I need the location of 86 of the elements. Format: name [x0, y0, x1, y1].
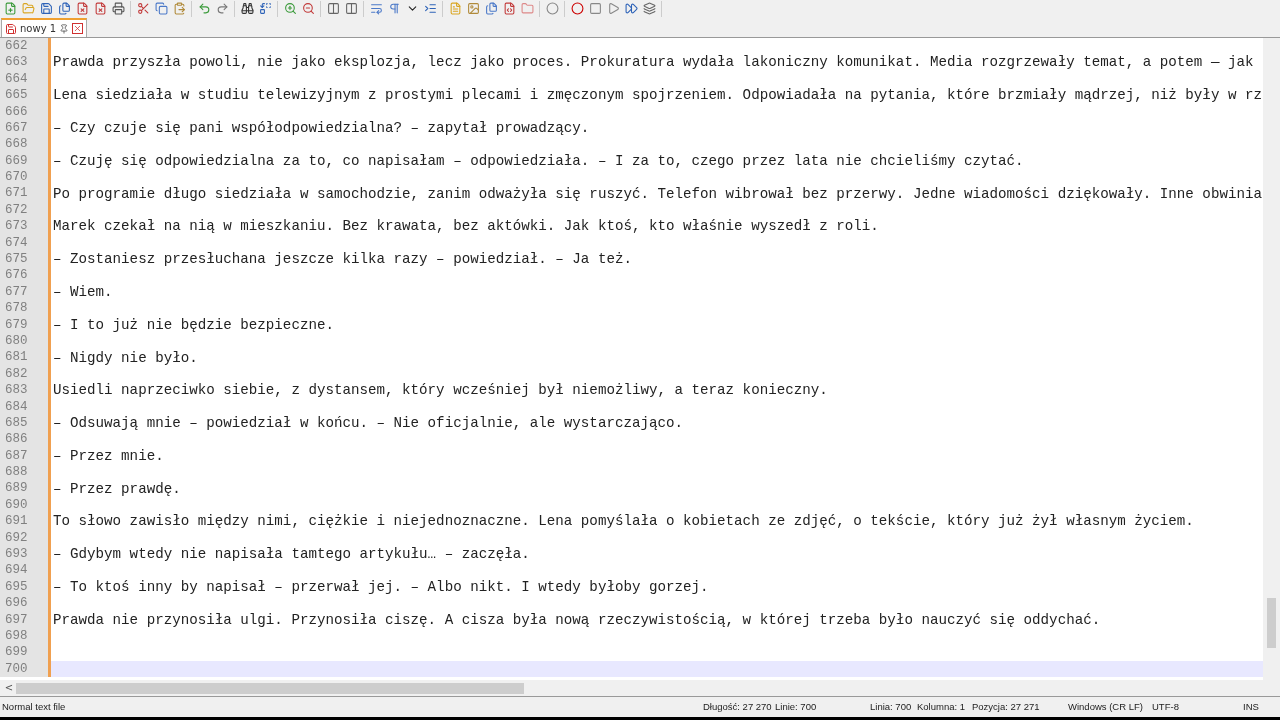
line-number: 666	[5, 105, 28, 118]
text-line: – Nigdy nie było.	[53, 350, 198, 365]
text-line: – Odsuwają mnie – powiedział w końcu. – Nie oficjalnie, ale wystarczająco.	[53, 416, 684, 431]
line-number: 685	[5, 416, 28, 430]
text-line: To słowo zawisło między nimi, ciężkie i niejednoznaczne. Lena pomyślała o kobietach ze zdjęć, o tekście, który już żył własnym życiem.	[53, 514, 1194, 529]
line-number: 700	[5, 662, 28, 676]
text-line: – Gdybym wtedy nie napisała tamtego artykułu… – zaczęła.	[53, 547, 530, 562]
line-number: 672	[5, 203, 28, 217]
line-number: 691	[5, 515, 28, 528]
line-number: 697	[5, 613, 28, 627]
pin-icon[interactable]	[59, 23, 70, 34]
line-number: 689	[5, 482, 28, 495]
column-label: Kolumna: 1	[917, 700, 966, 712]
line-number: 699	[5, 646, 28, 659]
file-tab[interactable]: nowy 1	[1, 18, 88, 37]
text-line: – Przez mnie.	[53, 448, 164, 464]
lines-label: Linie: 700	[775, 700, 817, 712]
image-icon[interactable]	[465, 0, 481, 17]
text-line: Usiedli naprzeciwko siebie, z dystansem, który wcześniej był niemożliwy, a teraz konieczny.	[53, 383, 828, 398]
line-number: 662	[5, 39, 28, 53]
line-number: 664	[5, 72, 28, 86]
text-line: – Czy czuje się pani współodpowiedzialna? – zapytał prowadzący.	[53, 121, 590, 136]
documents-icon[interactable]	[483, 0, 499, 17]
line-number: 683	[5, 384, 28, 397]
text-line: Po programie długo siedziała w samochodzie, zanim odważyła się ruszyć. Telefon wibrował bez przerwy. Jedne wiadomości dziękowały. Inne obwinia	[53, 186, 1262, 201]
printer-icon[interactable]	[110, 0, 126, 17]
zoom-in-icon[interactable]	[282, 0, 298, 17]
length-label: Długość: 27 270	[703, 700, 772, 712]
line-number: 677	[5, 285, 28, 299]
line-number: 667	[5, 121, 28, 135]
insert-mode-label: INS	[1243, 699, 1259, 714]
replace-icon[interactable]	[257, 0, 273, 17]
text-line: Prawda nie przynosiła ulgi. Przynosiła ciszę. A cisza była nową rzeczywistością, w której trzeba było nauczyć się oddychać.	[53, 612, 1101, 627]
line-number: 682	[5, 367, 28, 381]
line-number: 673	[5, 220, 28, 233]
line-number: 675	[5, 253, 28, 266]
text-line: – Zostaniesz przesłuchana jeszcze kilka razy – powiedział. – Ja też.	[53, 252, 632, 267]
line-number: 684	[5, 400, 28, 414]
line-number: 692	[5, 531, 28, 545]
line-number: 693	[5, 548, 28, 561]
line-number: 663	[5, 56, 28, 69]
line-number: 698	[5, 630, 28, 643]
line-label: Linia: 700	[870, 700, 912, 712]
scroll-left-button[interactable]: <	[4, 683, 14, 693]
line-number: 680	[5, 334, 28, 348]
text-line: – Czuję się odpowiedzialna za to, co napisałam – odpowiedziała. – I za to, czego przez lata nie chcieliśmy czytać.	[53, 153, 1024, 169]
line-number: 676	[5, 269, 28, 282]
text-line: Prawda przyszła powoli, nie jako eksplozja, lecz jako proces. Prokuratura wydała lakoniczny komunikat. Media rozgrzewały temat, a potem — jak	[53, 55, 1254, 70]
line-number: 686	[5, 433, 28, 446]
line-number: 695	[5, 580, 28, 594]
file-type-label: Normal text file	[2, 700, 66, 712]
line-number: 688	[5, 466, 28, 479]
text-line: – Wiem.	[53, 284, 113, 300]
circle-icon[interactable]	[544, 0, 560, 17]
text-line: – Przez prawdę.	[53, 481, 181, 496]
line-number: 694	[5, 564, 28, 577]
line-number: 670	[5, 171, 28, 184]
zoom-out-icon[interactable]	[300, 0, 316, 17]
line-number: 669	[5, 154, 28, 168]
text-line: – I to już nie będzie bezpieczne.	[53, 317, 334, 332]
line-number: 671	[5, 187, 28, 200]
text-line: Marek czekał na nią w mieszkaniu. Bez krawata, bez aktówki. Jak ktoś, kto właśnie wyszedł z roli.	[53, 219, 879, 234]
line-number: 678	[5, 302, 28, 315]
line-number: 687	[5, 449, 28, 463]
line-number: 690	[5, 498, 28, 512]
copy-icon[interactable]	[153, 0, 169, 17]
close-icon[interactable]	[72, 23, 84, 34]
save-icon[interactable]	[38, 0, 54, 17]
line-number: 679	[5, 318, 28, 332]
line-number: 668	[5, 138, 28, 151]
line-number: 665	[5, 89, 28, 102]
layers-icon[interactable]	[641, 0, 657, 17]
line-number: 696	[5, 597, 28, 610]
record-icon[interactable]	[569, 0, 585, 17]
eol-label: Windows (CR LF)	[1068, 700, 1143, 712]
text-line: Lena siedziała w studiu telewizyjnym z prostymi plecami i zmęczonym spojrzeniem. Odpowiadała na pytania, które brzmiały mądrzej, niż były w rz	[53, 88, 1262, 103]
scrollbar-thumb[interactable]	[16, 682, 524, 694]
line-number: 681	[5, 351, 28, 364]
text-line: – To ktoś inny by napisał – przerwał jej. – Albo nikt. I wtedy byłoby gorzej.	[53, 580, 709, 595]
stop-icon[interactable]	[587, 0, 603, 17]
binoculars-icon[interactable]	[239, 0, 255, 17]
vertical-scrollbar[interactable]	[1263, 38, 1280, 680]
scissors-icon[interactable]	[135, 0, 151, 17]
encoding-label: UTF-8	[1152, 700, 1179, 712]
position-label: Pozycja: 27 271	[972, 700, 1040, 712]
line-number: 674	[5, 236, 28, 250]
